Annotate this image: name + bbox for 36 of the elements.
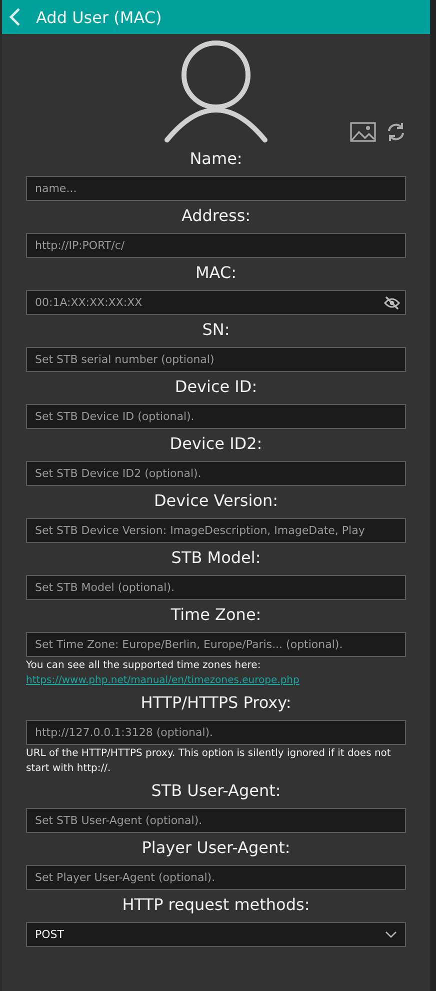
- field-label: Player User-Agent:: [142, 837, 290, 859]
- password-field[interactable]: 00:1A:XX:XX:XX:XX: [26, 290, 406, 315]
- input-field[interactable]: Set STB User-Agent (optional).: [26, 808, 406, 833]
- field-label: HTTP request methods:: [122, 894, 310, 916]
- input-field[interactable]: Set STB Device ID (optional).: [26, 404, 406, 429]
- input-field[interactable]: Set STB serial number (optional): [26, 347, 406, 372]
- avatar-icon[interactable]: [164, 40, 268, 144]
- input-field[interactable]: http://IP:PORT/c/: [26, 233, 406, 258]
- refresh-icon[interactable]: [386, 122, 406, 142]
- dropdown[interactable]: POST: [26, 922, 406, 947]
- field-label: STB User-Agent:: [151, 780, 281, 802]
- field-label: Address:: [181, 205, 251, 227]
- field-label: Device ID2:: [170, 433, 262, 455]
- help-text: You can see all the supported time zones here:: [26, 659, 261, 673]
- field-label: Name:: [190, 148, 242, 170]
- input-field[interactable]: http://127.0.0.1:3128 (optional).: [26, 720, 406, 745]
- input-field[interactable]: Set STB Model (optional).: [26, 575, 406, 600]
- input-field[interactable]: Set STB Device Version: ImageDescription, ImageDate, Play: [26, 518, 406, 543]
- field-label: SN:: [202, 319, 230, 341]
- hidden-eye-icon[interactable]: [384, 296, 400, 310]
- image-icon[interactable]: [350, 122, 376, 142]
- help-text: URL of the HTTP/HTTPS proxy. This option is silently ignored if it does not start with http://.: [26, 747, 392, 776]
- field-label: Device ID:: [174, 376, 258, 398]
- input-field[interactable]: Set Player User-Agent (optional).: [26, 865, 406, 890]
- input-field[interactable]: name...: [26, 176, 406, 201]
- input-field[interactable]: Set STB Device ID2 (optional).: [26, 461, 406, 486]
- field-label: HTTP/HTTPS Proxy:: [140, 692, 292, 714]
- timezones-link[interactable]: https://www.php.net/manual/en/timezones.europe.php: [26, 673, 300, 688]
- field-label: Time Zone:: [170, 604, 262, 626]
- chevron-down-icon: [385, 930, 397, 938]
- field-label: MAC:: [195, 262, 237, 284]
- back-icon[interactable]: [8, 7, 22, 27]
- page-title: Add User (MAC): [36, 8, 162, 26]
- input-field[interactable]: Set Time Zone: Europe/Berlin, Europe/Paris... (optional).: [26, 632, 406, 657]
- field-label: STB Model:: [171, 547, 261, 569]
- field-label: Device Version:: [154, 490, 278, 512]
